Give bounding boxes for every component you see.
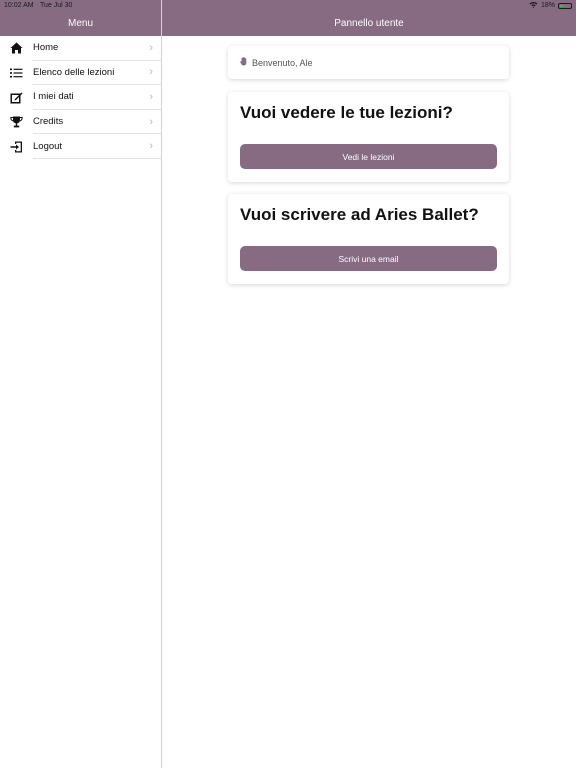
split-divider	[161, 0, 162, 768]
welcome-card: Benvenuto, Ale	[228, 46, 509, 79]
chevron-right-icon: ›	[149, 66, 153, 79]
lessons-card: Vuoi vedere le tue lezioni? Vedi le lezi…	[228, 92, 509, 182]
hand-icon	[240, 57, 247, 68]
logout-icon	[0, 141, 33, 153]
list-icon	[0, 68, 33, 78]
sidebar-item-lessons[interactable]: Elenco delle lezioni ›	[0, 61, 161, 86]
welcome-text: Benvenuto, Ale	[252, 57, 313, 68]
sidebar-item-home[interactable]: Home ›	[0, 36, 161, 61]
sidebar-title: Menu	[67, 18, 93, 29]
edit-icon	[0, 91, 33, 104]
page-title: Pannello utente	[334, 18, 404, 29]
sidebar-item-credits[interactable]: Credits ›	[0, 110, 161, 135]
status-time: 10:02 AM	[4, 2, 34, 9]
status-date: Tue Jul 30	[40, 2, 73, 9]
status-bar: 10:02 AM Tue Jul 30 18%	[0, 0, 576, 11]
sidebar-item-label: Credits	[33, 116, 64, 128]
status-right: 18%	[529, 0, 572, 11]
sidebar-item-label: I miei dati	[33, 91, 74, 103]
home-icon	[0, 42, 33, 54]
battery-icon	[558, 2, 572, 9]
sidebar-item-label: Logout	[33, 140, 63, 152]
email-card-title: Vuoi scrivere ad Aries Ballet?	[240, 205, 479, 224]
sidebar-item-label: Home	[33, 42, 59, 54]
wifi-icon	[529, 0, 538, 11]
trophy-icon	[0, 116, 33, 128]
write-email-button[interactable]: Scrivi una email	[240, 246, 497, 271]
chevron-right-icon: ›	[149, 90, 153, 103]
sidebar-item-label: Elenco delle lezioni	[33, 66, 115, 78]
sidebar-item-my-data[interactable]: I miei dati ›	[0, 85, 161, 110]
sidebar-item-logout[interactable]: Logout ›	[0, 134, 161, 159]
sidebar-menu: Home › Elenco delle lezioni › I miei dat…	[0, 36, 161, 159]
view-lessons-button[interactable]: Vedi le lezioni	[240, 144, 497, 169]
chevron-right-icon: ›	[149, 140, 153, 153]
chevron-right-icon: ›	[149, 41, 153, 54]
email-card: Vuoi scrivere ad Aries Ballet? Scrivi un…	[228, 194, 509, 284]
lessons-card-title: Vuoi vedere le tue lezioni?	[240, 103, 453, 122]
chevron-right-icon: ›	[149, 115, 153, 128]
battery-percent: 18%	[540, 2, 555, 9]
